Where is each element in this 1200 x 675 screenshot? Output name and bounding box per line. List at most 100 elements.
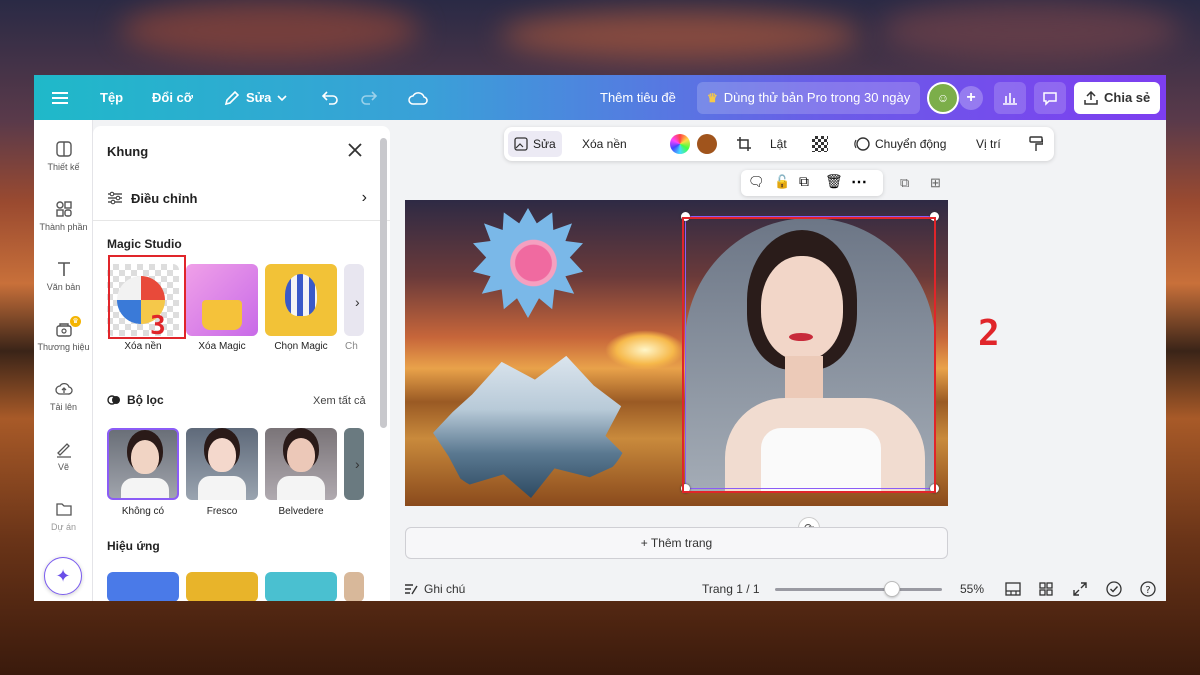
transparency-button[interactable] (812, 127, 828, 161)
comment-icon (1034, 81, 1066, 114)
notes-button[interactable]: Ghi chú (404, 577, 465, 601)
duplicate-icon[interactable]: ⧉ (799, 173, 809, 190)
add-page-label: + Thêm trang (640, 536, 713, 550)
position-button[interactable]: Vị trí (976, 127, 1001, 161)
effects-title: Hiệu ứng (107, 539, 160, 553)
menu-icon[interactable] (52, 75, 68, 120)
comment-add-icon[interactable]: 🗨 (748, 174, 765, 190)
animate-button[interactable]: Chuyển động (854, 127, 946, 161)
sidebar-item-draw[interactable]: Vẽ (34, 440, 93, 472)
flip-label: Lật (770, 137, 787, 151)
more-icon[interactable]: ⋯ (851, 172, 867, 192)
filter-tile-none[interactable] (107, 428, 179, 500)
filter-item-label: Belvedere (278, 506, 324, 517)
paint-format-button[interactable] (1029, 127, 1043, 161)
magic-studio-title: Magic Studio (107, 237, 182, 251)
fullscreen-button[interactable] (1073, 577, 1087, 601)
filter-tile-partial[interactable] (344, 428, 364, 500)
close-icon[interactable] (345, 140, 365, 160)
crown-icon: ♛ (707, 90, 718, 105)
annotation-number-2: 2 (978, 313, 1000, 354)
sidebar-item-elements[interactable]: Thành phần (34, 200, 93, 232)
sidebar-item-uploads[interactable]: Tải lên (34, 380, 93, 412)
remove-bg-label: Xóa nền (582, 137, 627, 151)
color-picker-button[interactable] (670, 127, 690, 161)
upload-icon (54, 382, 73, 395)
trash-icon[interactable]: 🗑 (825, 173, 843, 190)
fill-color-swatch[interactable] (697, 127, 717, 161)
zoom-slider-thumb[interactable] (884, 580, 901, 597)
scroll-right-icon[interactable]: › (355, 456, 360, 472)
sun-glow (605, 330, 685, 370)
portrait-thumbnail (287, 438, 315, 472)
adjust-row[interactable]: Điều chỉnh › (107, 186, 367, 210)
remove-bg-button[interactable]: Xóa nền (582, 127, 627, 161)
panel-scrollbar[interactable] (380, 138, 387, 428)
page-indicator[interactable]: Trang 1 / 1 (702, 577, 760, 601)
avatar[interactable]: ☺ (927, 75, 959, 120)
chevron-right-icon: › (361, 189, 367, 206)
insights-button[interactable] (994, 75, 1026, 120)
magic-tile-magic-grab[interactable] (265, 264, 337, 336)
sidebar-item-brand[interactable]: ♛ Thương hiệu (34, 316, 93, 352)
add-page-icon[interactable]: ⊞ (930, 175, 941, 191)
undo-icon[interactable] (321, 75, 339, 120)
help-button[interactable]: ? (1140, 577, 1156, 601)
crown-badge-icon: ♛ (70, 316, 81, 327)
flip-button[interactable]: Lật (770, 127, 787, 161)
filter-tile-belvedere[interactable] (265, 428, 337, 500)
zoom-slider[interactable] (775, 577, 942, 601)
color-swatch (697, 134, 717, 154)
edit-image-button[interactable]: Sửa (508, 127, 562, 161)
add-page-button[interactable]: + Thêm trang (405, 527, 948, 559)
design-title-input[interactable]: Thêm tiêu đề (600, 75, 676, 120)
check-button[interactable] (1106, 577, 1122, 601)
animate-label: Chuyển động (875, 137, 947, 151)
context-toolbar: Sửa Xóa nền Lật Chuyển động Vị trí (504, 127, 1054, 161)
portrait-shoulders (198, 476, 246, 500)
magic-assistant-button[interactable]: ✦ (44, 557, 82, 595)
plus-icon: + (959, 85, 983, 110)
text-icon (57, 262, 70, 276)
boat-cloud-frame[interactable] (433, 355, 629, 498)
pro-trial-button[interactable]: ♛ Dùng thử bản Pro trong 30 ngày (697, 75, 921, 120)
animate-icon (854, 137, 870, 151)
crop-button[interactable] (736, 127, 752, 161)
page-label: Trang 1 / 1 (702, 582, 760, 596)
magic-tile-partial[interactable] (344, 264, 364, 336)
effect-tile[interactable] (344, 572, 364, 601)
scroll-right-icon[interactable]: › (355, 294, 360, 310)
filter-tile-fresco[interactable] (186, 428, 258, 500)
filters-see-all-link[interactable]: Xem tất cả (313, 395, 366, 407)
effect-tile[interactable] (186, 572, 258, 601)
left-sidebar: Thiết kế Thành phần Văn bản ♛ Thương hiệ… (34, 120, 93, 601)
cloud-saved-icon[interactable] (408, 75, 428, 120)
grid-view-button[interactable] (1039, 577, 1053, 601)
adjust-label: Điều chỉnh (131, 190, 198, 206)
comments-button[interactable] (1034, 75, 1066, 120)
portrait-thumbnail (131, 440, 159, 474)
rainbow-color-icon (670, 134, 690, 154)
folder-icon (55, 503, 72, 516)
file-menu[interactable]: Tệp (100, 75, 123, 120)
sidebar-item-text[interactable]: Văn bản (34, 260, 93, 292)
flower-sky-frame[interactable] (473, 208, 583, 318)
zoom-level[interactable]: 55% (960, 577, 984, 601)
edit-menu[interactable]: Sửa (224, 75, 287, 120)
effect-tile[interactable] (265, 572, 337, 601)
add-people-button[interactable]: + (959, 75, 983, 120)
share-button[interactable]: Chia sẻ (1074, 75, 1161, 120)
resize-label: Đổi cỡ (152, 90, 194, 105)
effect-tile[interactable] (107, 572, 179, 601)
page-view-button[interactable] (1005, 577, 1021, 601)
lock-icon[interactable]: 🔓 (774, 174, 790, 190)
hot-air-balloon-image (285, 274, 317, 316)
paint-roller-icon (1029, 136, 1043, 151)
duplicate-page-icon[interactable]: ⧉ (900, 175, 909, 191)
resize-button[interactable]: Đổi cỡ (152, 75, 193, 120)
sidebar-item-projects[interactable]: Dự án (34, 500, 93, 532)
sidebar-item-design[interactable]: Thiết kế (34, 140, 93, 172)
redo-icon[interactable] (360, 75, 378, 120)
background-cloud (500, 10, 860, 60)
magic-tile-magic-eraser[interactable] (186, 264, 258, 336)
